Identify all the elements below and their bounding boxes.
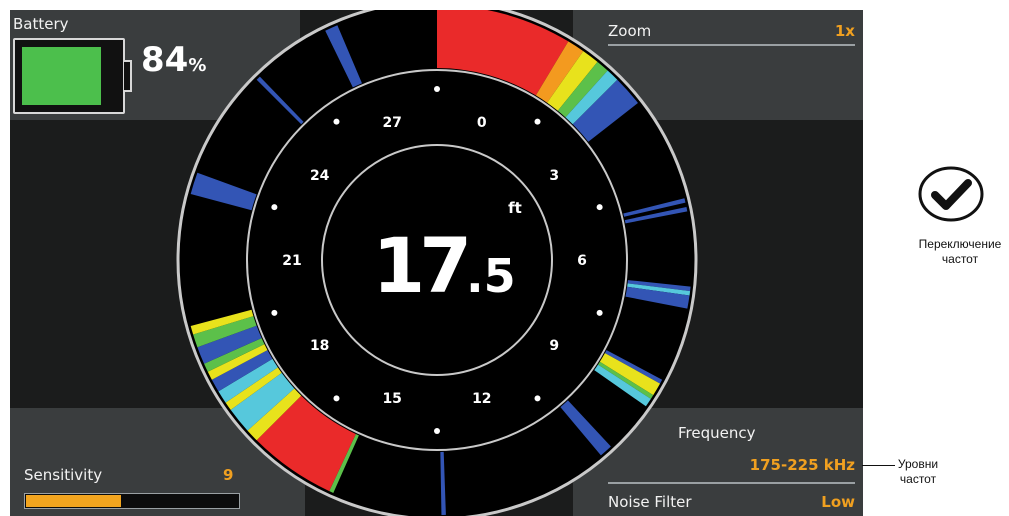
depth-value: 17 [372,221,466,310]
dial-tick-dot [596,309,603,316]
dial-depth-label: 27 [382,115,401,131]
dial-depth-label: 9 [549,338,559,354]
frequency-toggle-button[interactable] [917,165,985,223]
flasher-dial: 0 3 6 9 12 15 18 21 24 27 ft 17.5 [176,10,698,516]
frequency-levels-caption: Уровни частот [897,457,939,486]
callout-leader-line [862,465,895,466]
dial-depth-label: 18 [310,338,329,354]
dial-tick-dot [596,204,603,211]
dial-tick-dot [271,204,278,211]
dial-depth-label: 24 [310,168,330,184]
depth-unit: ft [508,199,522,217]
checkmark-icon [918,166,984,222]
dial-tick-dot [534,118,541,125]
dial-depth-label: 3 [549,168,559,184]
sonar-screen: Battery 84% Zoom 1x Sensitivity 9 Freque… [10,10,863,516]
frequency-toggle-caption: Переключение частот [918,237,1002,266]
dial-tick-dot [434,428,440,434]
dial-tick-dot [434,86,440,92]
dial-tick-dot [333,395,340,402]
depth-decimal: .5 [466,249,515,303]
dial-tick-dot [534,395,541,402]
dial-tick-dot [333,118,340,125]
dial-depth-label: 0 [477,115,487,131]
dial-depth-label: 12 [472,391,491,407]
dial-tick-dot [271,309,278,316]
dial-depth-label: 15 [382,391,401,407]
dial-depth-label: 6 [577,253,587,269]
dial-depth-label: 21 [282,253,301,269]
